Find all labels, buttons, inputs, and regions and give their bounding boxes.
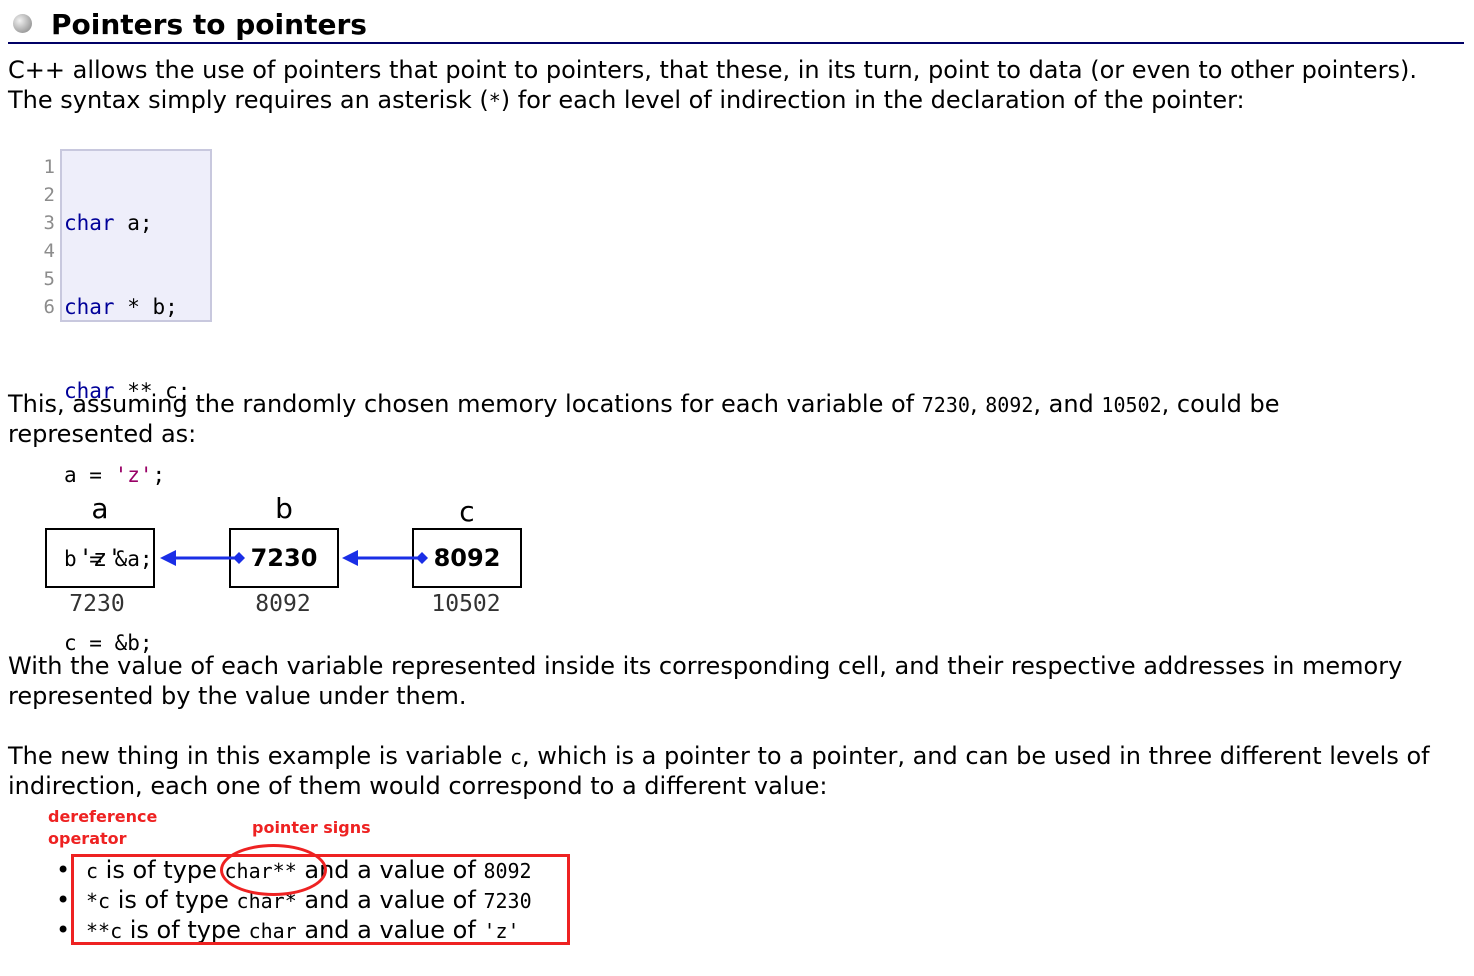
- pointer-arrow-c-to-b: [342, 550, 428, 566]
- explain-line-1: With the value of each variable represen…: [8, 652, 1403, 680]
- newthing-line-1: The new thing in this example is variabl…: [8, 742, 1430, 770]
- explain-line-2: represented by the value under them.: [8, 682, 467, 710]
- annotation-ellipse: [220, 844, 327, 896]
- pointer-arrow-b-to-a: [160, 550, 245, 566]
- pointer-arrows: [160, 550, 428, 566]
- annotation-pointer-signs: pointer signs: [252, 818, 371, 837]
- annotation-dereference: dereference operator: [48, 807, 158, 848]
- newthing-line-2: indirection, each one of them would corr…: [8, 772, 828, 800]
